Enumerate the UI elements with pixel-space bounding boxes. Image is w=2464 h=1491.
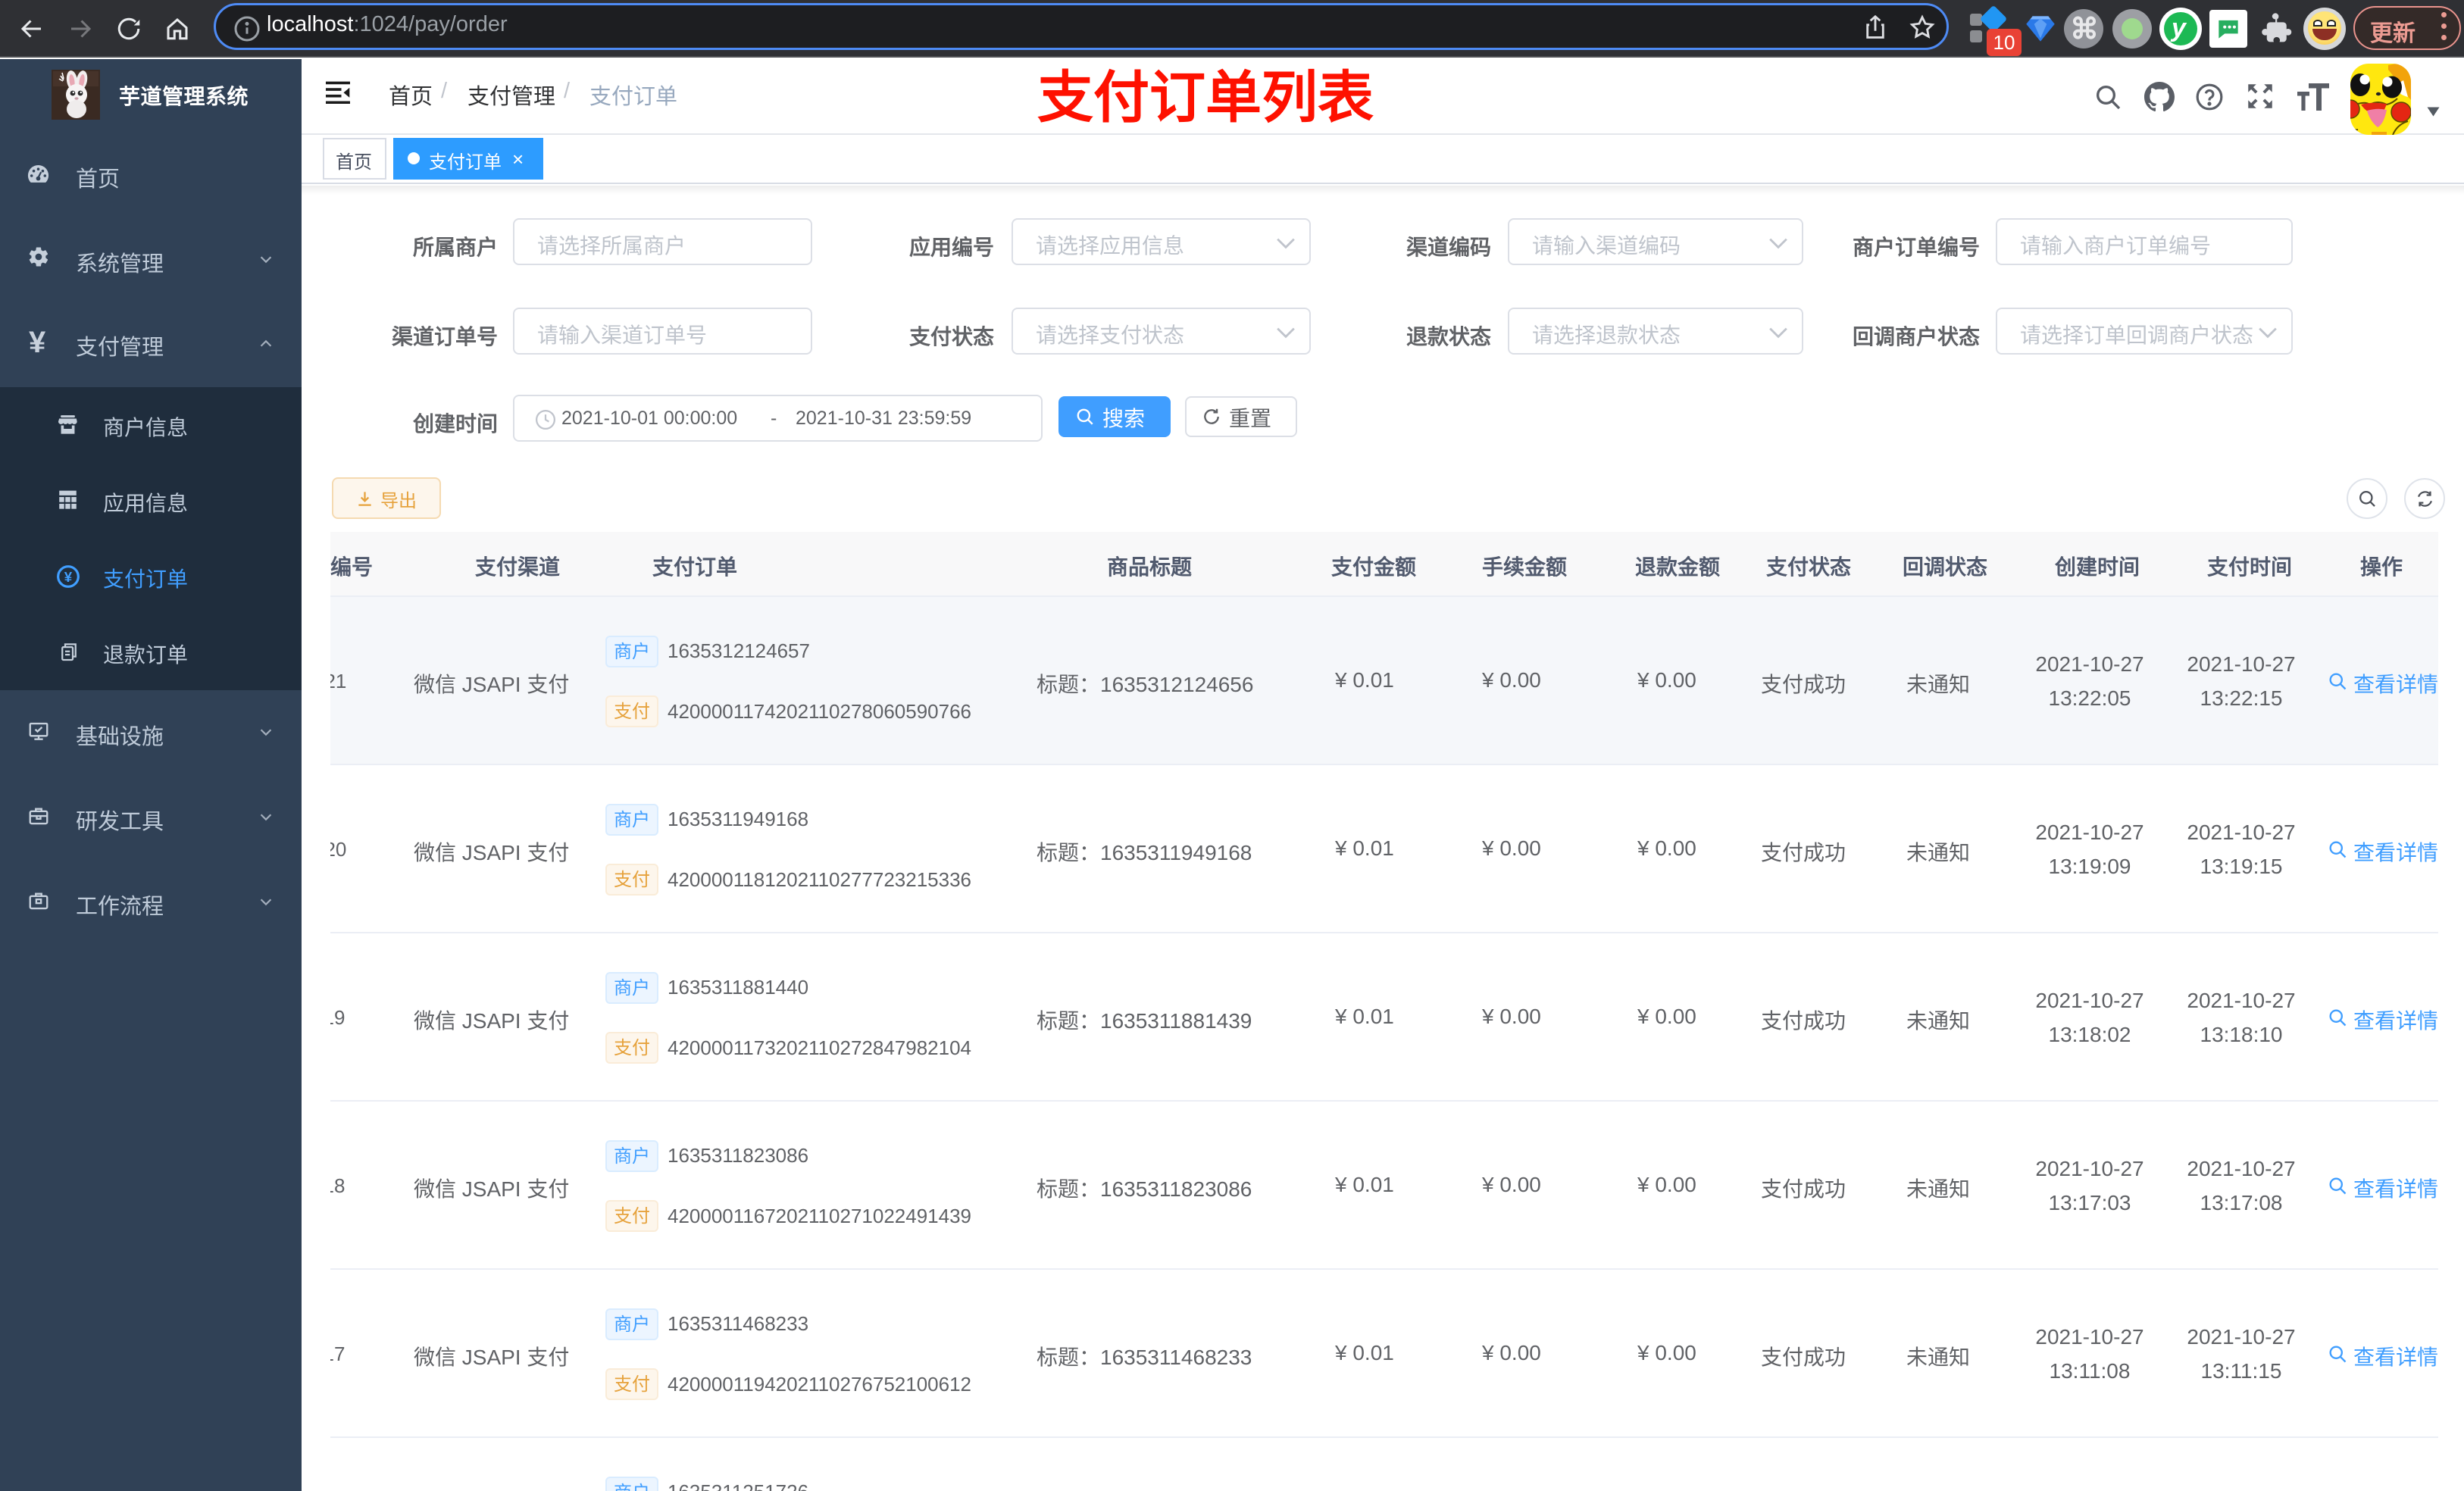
svg-text:¥: ¥ [64, 569, 73, 585]
